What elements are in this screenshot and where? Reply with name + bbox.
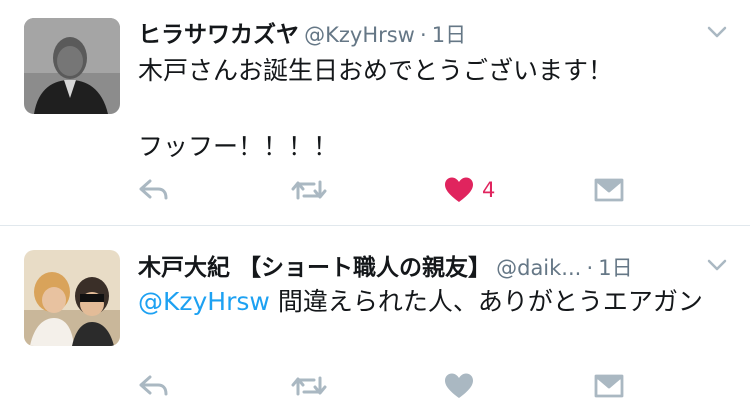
dm-button[interactable]	[594, 369, 624, 403]
retweet-button[interactable]	[290, 369, 328, 403]
avatar[interactable]	[24, 18, 120, 114]
like-button[interactable]	[444, 369, 474, 403]
tweet-actions: 4	[138, 173, 720, 207]
chevron-down-icon[interactable]	[704, 252, 730, 278]
heart-icon	[445, 177, 473, 202]
time-separator: ·	[419, 23, 427, 47]
timestamp[interactable]: 1日	[598, 256, 632, 280]
dm-button[interactable]	[594, 173, 624, 207]
chevron-down-icon[interactable]	[704, 19, 730, 45]
tweet-text: 木戸さんお誕生日おめでとうございます！ フッフー！！！！	[138, 56, 614, 161]
tweet-header: 木戸大紀 【ショート職人の親友】 @daik... · 1日	[138, 248, 730, 282]
retweet-button[interactable]	[290, 173, 328, 207]
reply-button[interactable]	[138, 173, 170, 207]
like-button[interactable]: 4	[444, 173, 495, 207]
username[interactable]: @KzyHrsw	[304, 23, 415, 47]
like-count: 4	[482, 178, 496, 202]
tweet-text-content: 間違えられた人、ありがとうエアガン	[269, 287, 703, 316]
tweet-header: ヒラサワカズヤ @KzyHrsw · 1日	[138, 15, 730, 49]
retweet-icon	[291, 376, 327, 396]
avatar[interactable]	[24, 250, 120, 346]
dm-icon	[594, 178, 624, 202]
heart-icon	[445, 373, 473, 398]
display-name[interactable]: ヒラサワカズヤ	[138, 22, 299, 48]
reply-icon	[139, 179, 168, 200]
timestamp[interactable]: 1日	[432, 23, 466, 47]
dm-icon	[594, 374, 624, 398]
tweet-text: @KzyHrsw 間違えられた人、ありがとうエアガン	[138, 283, 720, 321]
retweet-icon	[291, 180, 327, 200]
username[interactable]: @daik...	[496, 256, 581, 280]
mention-link[interactable]: @KzyHrsw	[138, 287, 270, 316]
reply-icon	[139, 375, 168, 396]
tweet-actions	[138, 369, 720, 403]
time-separator: ·	[586, 256, 594, 280]
display-name[interactable]: 木戸大紀 【ショート職人の親友】	[138, 255, 491, 281]
reply-button[interactable]	[138, 369, 170, 403]
